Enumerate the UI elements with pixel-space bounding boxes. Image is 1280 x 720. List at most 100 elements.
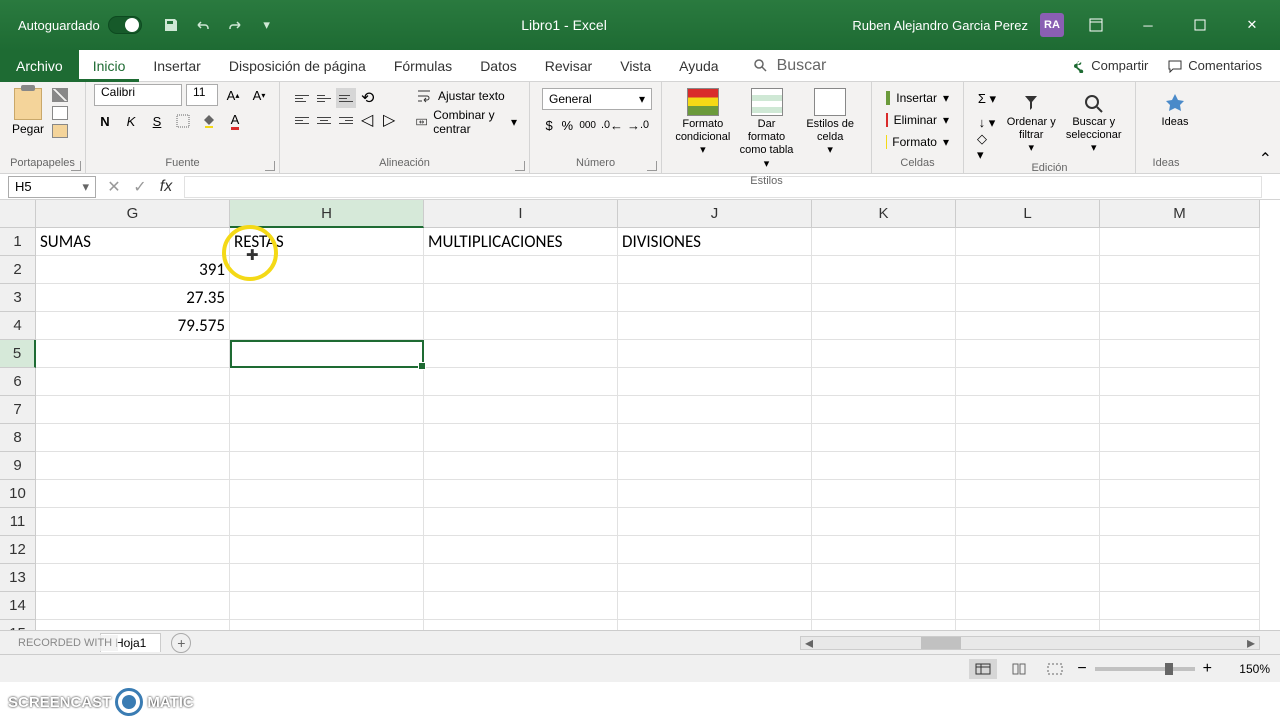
cell[interactable] (230, 340, 424, 368)
cell[interactable]: 79.575 (36, 312, 230, 340)
collapse-ribbon-icon[interactable]: ⌃ (1251, 145, 1280, 173)
cell[interactable] (424, 480, 618, 508)
cell[interactable] (812, 536, 956, 564)
zoom-in-button[interactable]: + (1203, 660, 1212, 678)
zoom-out-button[interactable]: − (1077, 660, 1086, 678)
ribbon-options-icon[interactable] (1076, 5, 1116, 45)
row-header[interactable]: 2 (0, 256, 36, 284)
cell[interactable] (230, 396, 424, 424)
decrease-decimal-icon[interactable]: →.0 (627, 114, 649, 136)
cell[interactable] (424, 536, 618, 564)
cell[interactable] (618, 508, 812, 536)
cell[interactable] (956, 368, 1100, 396)
cell[interactable]: SUMAS (36, 228, 230, 256)
row-header[interactable]: 1 (0, 228, 36, 256)
row-header[interactable]: 7 (0, 396, 36, 424)
dialog-launcher-icon[interactable] (515, 161, 525, 171)
cell[interactable] (812, 340, 956, 368)
cell[interactable] (618, 284, 812, 312)
cell[interactable] (956, 340, 1100, 368)
ideas-button[interactable]: Ideas (1144, 88, 1206, 129)
increase-font-icon[interactable]: A▴ (222, 84, 244, 106)
tab-view[interactable]: Vista (606, 50, 665, 82)
cell[interactable] (1100, 368, 1260, 396)
cell[interactable] (618, 256, 812, 284)
cell[interactable] (956, 508, 1100, 536)
cell[interactable] (1100, 536, 1260, 564)
cell[interactable] (230, 312, 424, 340)
tab-insert[interactable]: Insertar (139, 50, 214, 82)
cell[interactable] (618, 480, 812, 508)
cell[interactable] (956, 256, 1100, 284)
page-break-view-icon[interactable] (1041, 659, 1069, 679)
user-avatar[interactable]: RA (1040, 13, 1064, 37)
format-painter-icon[interactable] (52, 124, 68, 138)
tab-layout[interactable]: Disposición de página (215, 50, 380, 82)
orientation-icon[interactable]: ⟲ (358, 88, 386, 108)
cell[interactable] (956, 284, 1100, 312)
cell[interactable] (424, 368, 618, 396)
dialog-launcher-icon[interactable] (647, 161, 657, 171)
tab-file[interactable]: Archivo (0, 50, 79, 82)
cell[interactable] (1100, 508, 1260, 536)
autosum-icon[interactable]: Σ ▾ (976, 88, 998, 110)
cell-styles-button[interactable]: Estilos de celda ▾ (801, 88, 859, 171)
cell[interactable] (1100, 284, 1260, 312)
cell[interactable] (36, 536, 230, 564)
spreadsheet-grid[interactable]: GHIJKLM 123456789101112131415 SUMASRESTA… (0, 200, 1280, 630)
column-header[interactable]: L (956, 200, 1100, 228)
cell[interactable] (1100, 480, 1260, 508)
cell[interactable] (424, 564, 618, 592)
cell[interactable] (956, 228, 1100, 256)
decrease-font-icon[interactable]: A▾ (248, 84, 270, 106)
delete-cells-button[interactable]: Eliminar ▾ (882, 110, 953, 130)
cell[interactable] (956, 480, 1100, 508)
italic-button[interactable]: K (120, 110, 142, 132)
font-color-icon[interactable]: A (224, 110, 246, 132)
cell[interactable] (956, 620, 1100, 630)
tab-formulas[interactable]: Fórmulas (380, 50, 466, 82)
scrollbar-thumb[interactable] (921, 637, 961, 649)
maximize-button[interactable] (1180, 5, 1220, 45)
cell[interactable] (812, 368, 956, 396)
cell[interactable] (230, 452, 424, 480)
tab-review[interactable]: Revisar (531, 50, 606, 82)
cell[interactable] (956, 396, 1100, 424)
cell[interactable] (230, 424, 424, 452)
cell[interactable] (424, 340, 618, 368)
zoom-level[interactable]: 150% (1220, 662, 1270, 676)
percent-icon[interactable]: % (560, 114, 574, 136)
copy-icon[interactable] (52, 106, 68, 120)
cell[interactable] (230, 508, 424, 536)
cell[interactable] (1100, 396, 1260, 424)
row-header[interactable]: 6 (0, 368, 36, 396)
cell[interactable] (230, 564, 424, 592)
cell[interactable] (230, 256, 424, 284)
cell[interactable] (230, 480, 424, 508)
cell[interactable] (1100, 256, 1260, 284)
cell[interactable] (618, 592, 812, 620)
cell[interactable] (956, 564, 1100, 592)
cell[interactable] (618, 536, 812, 564)
cell[interactable] (812, 508, 956, 536)
comments-button[interactable]: Comentarios (1160, 54, 1270, 77)
align-center-icon[interactable] (314, 110, 334, 130)
cell[interactable] (424, 312, 618, 340)
cell[interactable] (424, 284, 618, 312)
column-header[interactable]: K (812, 200, 956, 228)
cell[interactable] (230, 620, 424, 630)
cell[interactable] (812, 452, 956, 480)
currency-icon[interactable]: $ (542, 114, 556, 136)
cell[interactable] (424, 508, 618, 536)
cell[interactable] (618, 312, 812, 340)
increase-decimal-icon[interactable]: .0← (601, 114, 623, 136)
share-button[interactable]: Compartir (1063, 54, 1156, 77)
row-header[interactable]: 10 (0, 480, 36, 508)
cell[interactable] (230, 368, 424, 396)
insert-cells-button[interactable]: Insertar ▾ (882, 88, 953, 108)
font-size-select[interactable]: 11 (186, 84, 218, 106)
cell[interactable] (1100, 312, 1260, 340)
align-right-icon[interactable] (336, 110, 356, 130)
cell[interactable] (956, 536, 1100, 564)
column-header[interactable]: G (36, 200, 230, 228)
